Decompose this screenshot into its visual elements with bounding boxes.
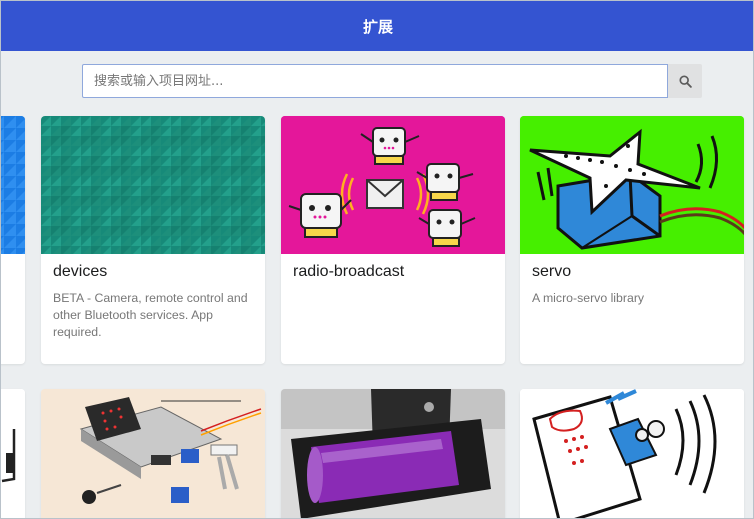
extension-card-partial[interactable] [1,389,25,518]
extensions-dialog: 扩展 搜索或输入项目网址... devices BETA - Camera, r… [0,0,754,519]
dialog-header: 扩展 [1,1,753,51]
dialog-title: 扩展 [362,17,393,36]
battery-card-image [281,389,505,518]
extension-card-partial[interactable] [1,116,25,364]
extension-card-image [1,116,25,254]
search-icon [678,74,692,88]
extension-card-servo[interactable]: servo A micro-servo library [520,116,744,364]
extension-card-kit[interactable] [41,389,265,518]
card-title: servo [532,263,572,280]
card-description: A micro-servo library [532,291,645,305]
extension-card-devices[interactable]: devices BETA - Camera, remote control an… [41,116,265,364]
extension-card-sensor[interactable] [520,389,744,518]
search-input[interactable] [82,64,668,98]
search-bar [82,64,702,98]
radio-broadcast-card-image [281,116,505,254]
servo-card-image [520,116,744,254]
sensor-card-image [520,389,744,518]
card-description: BETA - Camera, remote control and other … [53,291,248,339]
search-button[interactable] [668,64,702,98]
card-title: devices [53,263,108,280]
kit-card-image [41,389,265,518]
devices-card-image [41,116,265,254]
envelope-icon [366,179,404,209]
extension-card-battery[interactable] [281,389,505,518]
extension-card-image [1,389,25,518]
extension-card-radio-broadcast[interactable]: radio-broadcast [281,116,505,364]
card-title: radio-broadcast [293,263,405,280]
